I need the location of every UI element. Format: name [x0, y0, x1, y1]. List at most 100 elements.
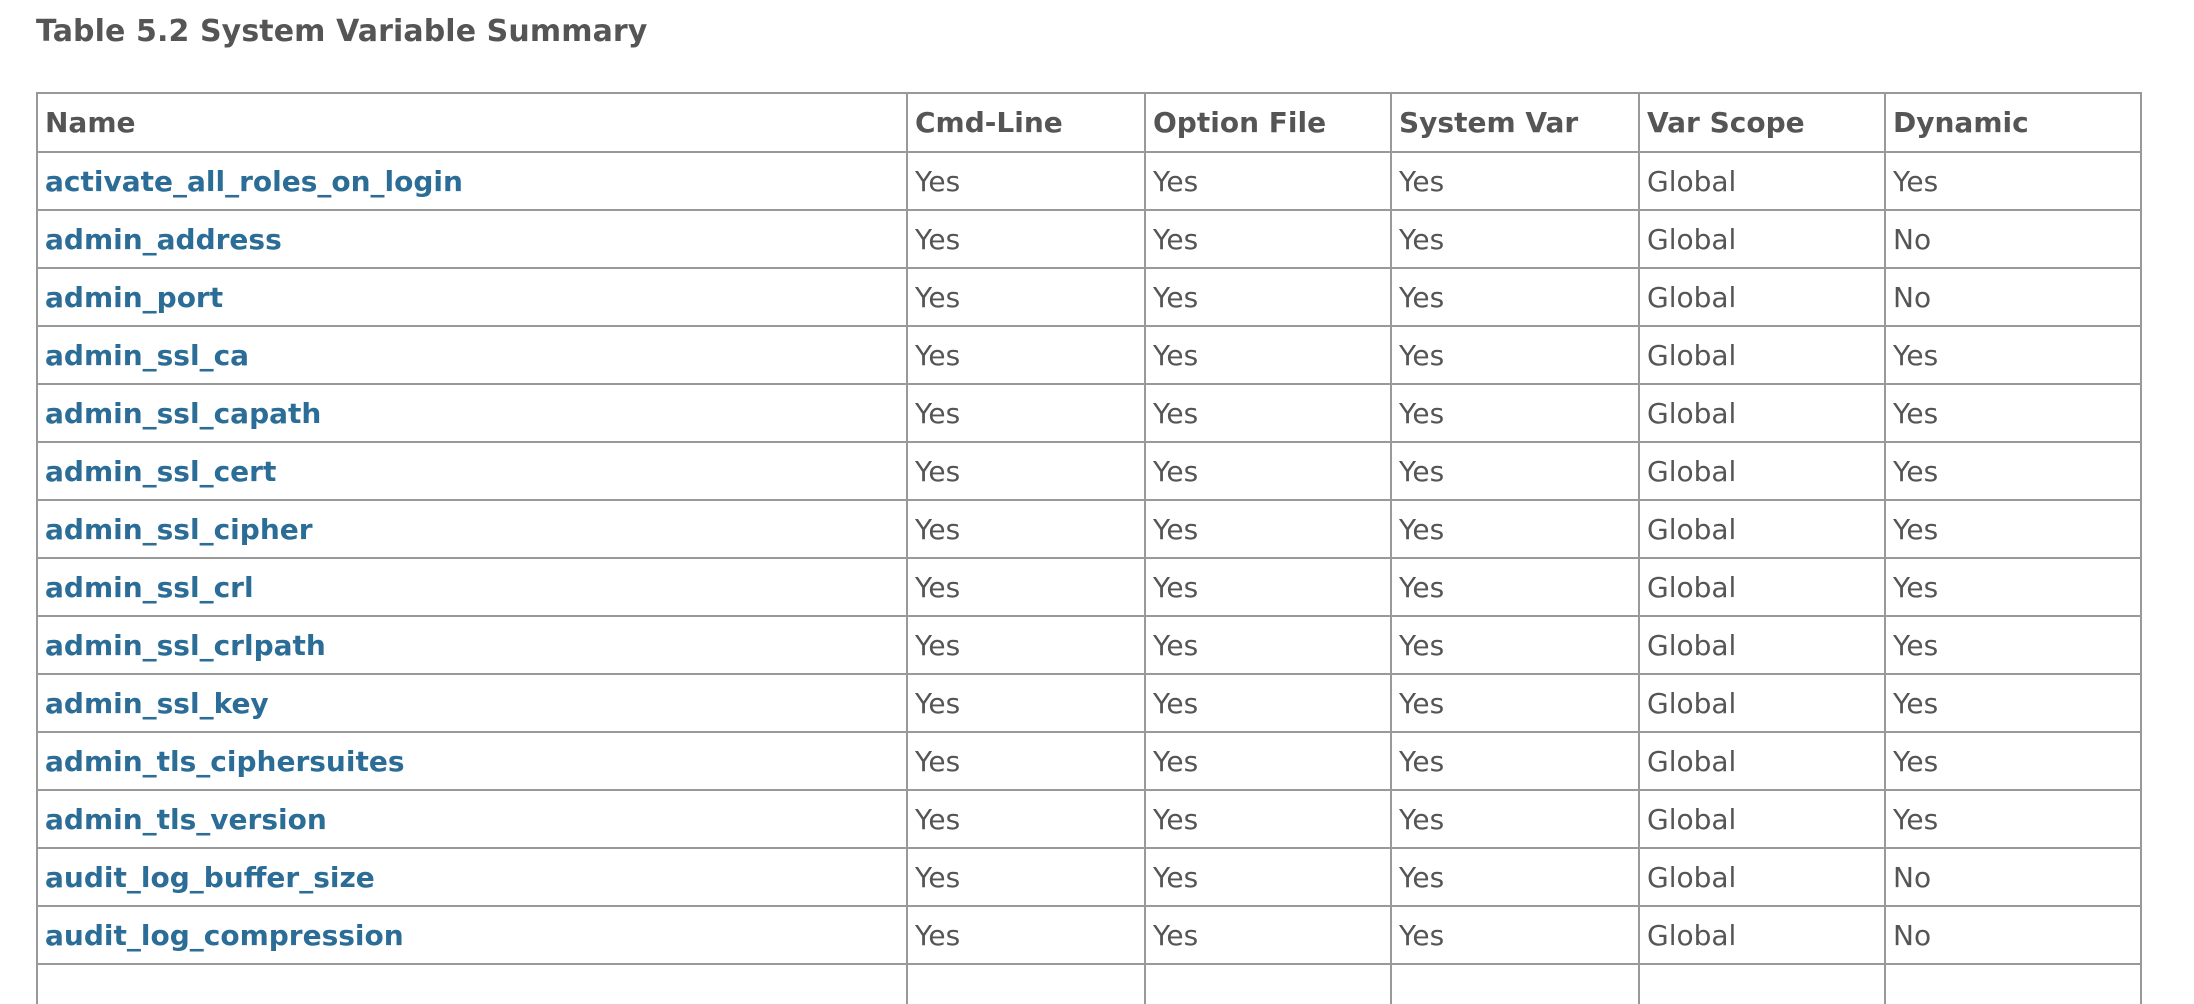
table-row: admin_ssl_cipher Yes Yes Yes Global Yes [36, 499, 2142, 559]
cell-var-scope: Global [1638, 209, 1886, 269]
table-row: admin_tls_ciphersuites Yes Yes Yes Global Yes [36, 731, 2142, 791]
table-body: activate_all_roles_on_login Yes Yes Yes Glob… [36, 151, 2142, 1004]
cell-name: activate_all_roles_on_login [36, 151, 908, 211]
cell-var-scope: Global [1638, 557, 1886, 617]
page: Table 5.2 System Variable Summary Name C… [0, 0, 2194, 1004]
cell-name: admin_tls_ciphersuites [36, 731, 908, 791]
cell-var-scope: Global [1638, 267, 1886, 327]
table-row: audit_log_compression Yes Yes Yes Global No [36, 905, 2142, 965]
variable-link[interactable]: admin_ssl_ca [45, 339, 249, 372]
cell-name: admin_ssl_crlpath [36, 615, 908, 675]
variable-link[interactable]: admin_port [45, 281, 223, 314]
cell-dynamic: Yes [1884, 151, 2142, 211]
table-row: admin_ssl_crl Yes Yes Yes Global Yes [36, 557, 2142, 617]
cell-cmd-line: Yes [906, 615, 1146, 675]
table-caption: Table 5.2 System Variable Summary [36, 14, 648, 49]
cell-name [36, 963, 908, 1004]
cell-system-var: Yes [1390, 731, 1640, 791]
cell-var-scope: Global [1638, 151, 1886, 211]
cell-option-file: Yes [1144, 383, 1392, 443]
system-variable-table: Name Cmd-Line Option File System Var Var… [36, 92, 2142, 1004]
table-container: Name Cmd-Line Option File System Var Var… [36, 92, 2142, 1004]
cell-name: admin_ssl_ca [36, 325, 908, 385]
cell-system-var: Yes [1390, 209, 1640, 269]
cell-cmd-line: Yes [906, 325, 1146, 385]
cell-dynamic: Yes [1884, 441, 2142, 501]
header-name: Name [36, 92, 908, 153]
cell-dynamic: Yes [1884, 499, 2142, 559]
cell-var-scope: Global [1638, 499, 1886, 559]
table-row: admin_ssl_cert Yes Yes Yes Global Yes [36, 441, 2142, 501]
cell-var-scope: Global [1638, 383, 1886, 443]
cell-option-file: Yes [1144, 325, 1392, 385]
table-row: admin_tls_version Yes Yes Yes Global Yes [36, 789, 2142, 849]
variable-link[interactable]: audit_log_compression [45, 919, 404, 952]
table-row: audit_log_buffer_size Yes Yes Yes Global No [36, 847, 2142, 907]
table-row: activate_all_roles_on_login Yes Yes Yes Glob… [36, 151, 2142, 211]
cell-var-scope [1638, 963, 1886, 1004]
variable-link[interactable]: admin_ssl_cipher [45, 513, 313, 546]
variable-link[interactable]: audit_log_buffer_size [45, 861, 375, 894]
header-option-file: Option File [1144, 92, 1392, 153]
cell-system-var: Yes [1390, 441, 1640, 501]
header-system-var: System Var [1390, 92, 1640, 153]
cell-option-file: Yes [1144, 847, 1392, 907]
cell-var-scope: Global [1638, 325, 1886, 385]
cell-name: admin_ssl_key [36, 673, 908, 733]
cell-name: admin_ssl_cert [36, 441, 908, 501]
cell-cmd-line: Yes [906, 905, 1146, 965]
variable-link[interactable]: activate_all_roles_on_login [45, 165, 463, 198]
cell-dynamic: Yes [1884, 557, 2142, 617]
cell-var-scope: Global [1638, 789, 1886, 849]
cell-cmd-line: Yes [906, 731, 1146, 791]
cell-system-var: Yes [1390, 615, 1640, 675]
cell-dynamic: No [1884, 847, 2142, 907]
variable-link[interactable]: admin_ssl_crl [45, 571, 254, 604]
table-row: admin_ssl_ca Yes Yes Yes Global Yes [36, 325, 2142, 385]
cell-cmd-line: Yes [906, 267, 1146, 327]
cell-cmd-line [906, 963, 1146, 1004]
variable-link[interactable]: admin_ssl_cert [45, 455, 276, 488]
cell-name: admin_ssl_crl [36, 557, 908, 617]
variable-link[interactable]: admin_tls_ciphersuites [45, 745, 405, 778]
cell-name: admin_ssl_cipher [36, 499, 908, 559]
cell-var-scope: Global [1638, 615, 1886, 675]
cell-system-var: Yes [1390, 267, 1640, 327]
cell-option-file [1144, 963, 1392, 1004]
cell-name: admin_ssl_capath [36, 383, 908, 443]
cell-cmd-line: Yes [906, 557, 1146, 617]
cell-cmd-line: Yes [906, 673, 1146, 733]
cell-option-file: Yes [1144, 615, 1392, 675]
cell-system-var: Yes [1390, 151, 1640, 211]
cell-option-file: Yes [1144, 499, 1392, 559]
cell-var-scope: Global [1638, 905, 1886, 965]
cell-dynamic: Yes [1884, 383, 2142, 443]
cell-cmd-line: Yes [906, 441, 1146, 501]
cell-option-file: Yes [1144, 557, 1392, 617]
cell-cmd-line: Yes [906, 847, 1146, 907]
cell-option-file: Yes [1144, 209, 1392, 269]
cell-dynamic: No [1884, 209, 2142, 269]
cell-var-scope: Global [1638, 441, 1886, 501]
cell-name: admin_address [36, 209, 908, 269]
variable-link[interactable]: admin_ssl_crlpath [45, 629, 326, 662]
variable-link[interactable]: admin_tls_version [45, 803, 327, 836]
cell-name: admin_port [36, 267, 908, 327]
cell-cmd-line: Yes [906, 151, 1146, 211]
cell-var-scope: Global [1638, 673, 1886, 733]
cell-system-var: Yes [1390, 383, 1640, 443]
cell-system-var: Yes [1390, 789, 1640, 849]
table-row: admin_ssl_crlpath Yes Yes Yes Global Yes [36, 615, 2142, 675]
cell-cmd-line: Yes [906, 789, 1146, 849]
variable-link[interactable]: admin_address [45, 223, 282, 256]
cell-option-file: Yes [1144, 905, 1392, 965]
cell-system-var: Yes [1390, 557, 1640, 617]
cell-cmd-line: Yes [906, 383, 1146, 443]
header-cmd-line: Cmd-Line [906, 92, 1146, 153]
cell-dynamic: Yes [1884, 325, 2142, 385]
table-row [36, 963, 2142, 1004]
cell-cmd-line: Yes [906, 499, 1146, 559]
variable-link[interactable]: admin_ssl_capath [45, 397, 321, 430]
variable-link[interactable]: admin_ssl_key [45, 687, 269, 720]
table-header-row: Name Cmd-Line Option File System Var Var… [36, 92, 2142, 153]
